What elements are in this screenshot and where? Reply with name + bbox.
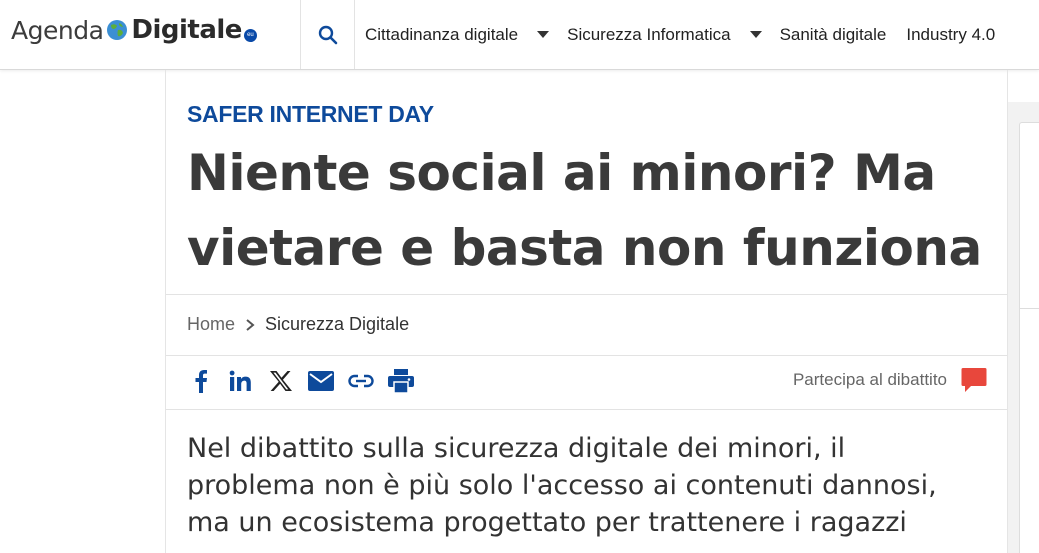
- agenda-digitale-logo[interactable]: Agenda Digitale eu: [11, 13, 257, 47]
- linkedin-icon: [229, 370, 251, 391]
- sidebar-card-divider: [1019, 308, 1039, 309]
- x-icon: [270, 371, 292, 391]
- nav-item-label: Industry 4.0: [906, 24, 996, 44]
- copy-link-button[interactable]: [347, 367, 375, 395]
- logo-eu-badge: eu: [243, 28, 257, 42]
- nav-item-cittadinanza-digitale[interactable]: Cittadinanza digitale: [365, 25, 567, 45]
- nav-item-sicurezza-informatica[interactable]: Sicurezza Informatica: [567, 25, 779, 45]
- article-lead-line-1: Nel dibattito sulla sicurezza digitale d…: [187, 433, 846, 464]
- print-button[interactable]: [387, 367, 415, 395]
- site-header: Agenda Digitale eu Cittadinanza digitale…: [0, 0, 1039, 70]
- article-title-line-1: Niente social ai minori? Ma: [187, 144, 936, 202]
- article-title: Niente social ai minori? Ma vietare e ba…: [187, 136, 987, 286]
- nav-item-industry-4-0[interactable]: Industry 4.0: [906, 25, 995, 45]
- email-icon: [308, 371, 334, 391]
- search-button[interactable]: [300, 0, 355, 69]
- share-bar: [187, 366, 427, 396]
- article-title-line-2: vietare e basta non funziona: [187, 219, 982, 277]
- sidebar-card: [1019, 122, 1039, 553]
- facebook-icon: [195, 370, 207, 393]
- divider: [166, 355, 1007, 356]
- article-container: SAFER INTERNET DAY Niente social ai mino…: [165, 70, 1008, 553]
- article-lead-line-2: problema non è più solo l'accesso ai con…: [187, 470, 937, 501]
- link-icon: [348, 374, 374, 388]
- article-lead: Nel dibattito sulla sicurezza digitale d…: [187, 430, 987, 541]
- join-debate-link[interactable]: Partecipa al dibattito: [793, 367, 987, 393]
- divider: [166, 294, 1007, 295]
- breadcrumb-current-link[interactable]: Sicurezza Digitale: [265, 314, 409, 335]
- logo-text-digitale: Digitale: [131, 15, 242, 45]
- join-debate-label: Partecipa al dibattito: [792, 370, 947, 389]
- nav-item-label: Sanità digitale: [779, 24, 887, 44]
- article-lead-line-3: ma un ecosistema progettato per trattene…: [187, 507, 907, 538]
- facebook-share-button[interactable]: [187, 367, 215, 395]
- logo-text-agenda: Agenda: [11, 15, 104, 45]
- linkedin-share-button[interactable]: [227, 367, 255, 395]
- globe-icon: [107, 20, 128, 40]
- search-icon: [318, 25, 337, 44]
- divider: [166, 409, 1007, 410]
- breadcrumb-home-link[interactable]: Home: [187, 314, 235, 335]
- nav-item-label: Cittadinanza digitale: [365, 24, 519, 44]
- print-icon: [388, 369, 414, 393]
- x-share-button[interactable]: [267, 367, 295, 395]
- email-share-button[interactable]: [307, 367, 335, 395]
- chevron-down-icon[interactable]: [749, 31, 762, 38]
- chevron-right-icon: [246, 318, 255, 331]
- breadcrumb: Home Sicurezza Digitale: [187, 314, 409, 335]
- chevron-down-icon[interactable]: [537, 31, 550, 38]
- nav-item-label: Sicurezza Informatica: [567, 24, 731, 44]
- comment-icon: [961, 368, 987, 392]
- nav-item-sanita-digitale[interactable]: Sanità digitale: [780, 25, 887, 45]
- main-nav: Cittadinanza digitale Sicurezza Informat…: [365, 0, 995, 69]
- article-kicker[interactable]: SAFER INTERNET DAY: [187, 101, 434, 128]
